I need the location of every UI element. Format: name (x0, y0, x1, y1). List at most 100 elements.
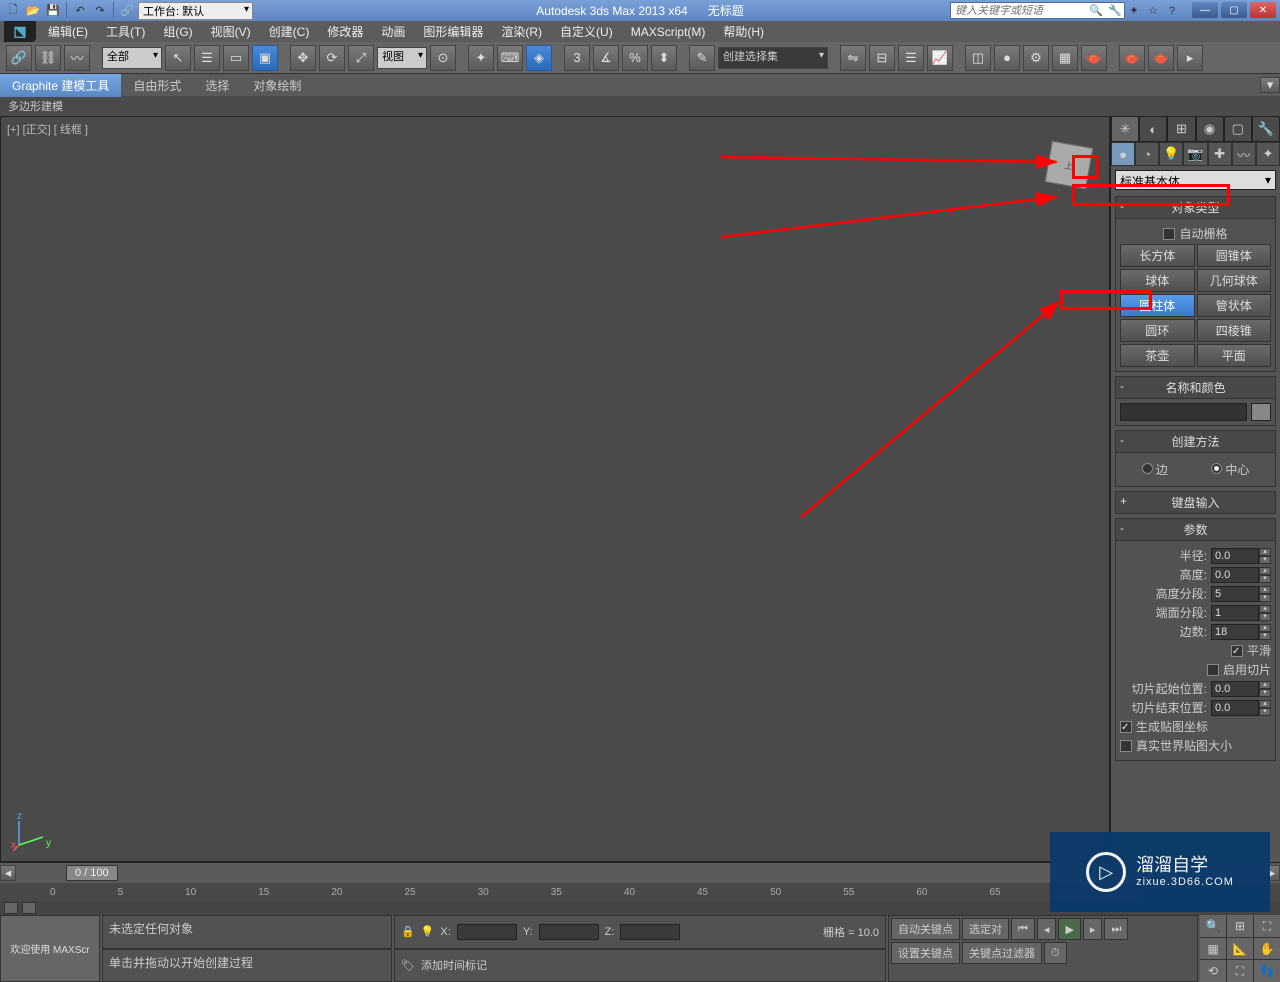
teapot-button[interactable]: 茶壶 (1120, 344, 1195, 367)
walk-icon[interactable]: 👣 (1254, 960, 1280, 982)
rollout-creation-method[interactable]: -创建方法 (1115, 430, 1276, 453)
layers-icon[interactable]: ☰ (898, 45, 924, 71)
category-dropdown[interactable]: 标准基本体 (1115, 170, 1276, 190)
zoom-icon[interactable]: 🔍 (1200, 915, 1226, 937)
cylinder-button[interactable]: 圆柱体 (1120, 294, 1195, 317)
box-button[interactable]: 长方体 (1120, 244, 1195, 267)
geosphere-button[interactable]: 几何球体 (1197, 269, 1272, 292)
menu-customize[interactable]: 自定义(U) (552, 21, 621, 42)
real-world-checkbox[interactable] (1120, 740, 1132, 752)
utilities-tab-icon[interactable]: 🔧 (1252, 116, 1280, 142)
menu-tools[interactable]: 工具(T) (98, 21, 153, 42)
viewport-label[interactable]: [+] [正交] [ 线框 ] (7, 121, 88, 137)
gen-uv-checkbox[interactable] (1120, 721, 1132, 733)
slice-on-checkbox[interactable] (1207, 664, 1219, 676)
coord-x-input[interactable] (457, 924, 517, 940)
create-tab-icon[interactable]: ✳ (1111, 116, 1139, 142)
zoom-extents-icon[interactable]: ⛶ (1254, 915, 1280, 937)
star-icon[interactable]: ☆ (1145, 3, 1161, 19)
spinner-up-icon[interactable]: ▴ (1259, 548, 1271, 556)
radius-input[interactable] (1211, 548, 1259, 564)
menu-modifiers[interactable]: 修改器 (319, 21, 371, 42)
new-icon[interactable]: 🗋 (4, 2, 22, 20)
menu-help[interactable]: 帮助(H) (715, 21, 772, 42)
display-tab-icon[interactable]: ▢ (1224, 116, 1252, 142)
rollout-parameters[interactable]: -参数 (1115, 518, 1276, 541)
cameras-icon[interactable]: 📷 (1183, 142, 1207, 166)
zoom-all-icon[interactable]: ⊞ (1227, 915, 1253, 937)
maxscript-mini-listener[interactable]: 欢迎使用 MAXScr (0, 915, 100, 982)
redo-icon[interactable]: ↷ (91, 2, 109, 20)
time-tag-icon[interactable]: 🏷 (401, 959, 415, 972)
slice-from-input[interactable] (1211, 681, 1259, 697)
spinner-down-icon[interactable]: ▾ (1259, 556, 1271, 564)
help-icon[interactable]: ? (1164, 3, 1180, 19)
infocenter-icon[interactable]: 🔍 (1088, 3, 1104, 19)
hierarchy-tab-icon[interactable]: ⊞ (1167, 116, 1195, 142)
prev-frame-icon[interactable]: ◂ (1037, 918, 1057, 940)
app-menu-icon[interactable]: ⬔ (4, 21, 36, 42)
minimize-button[interactable]: — (1192, 2, 1218, 18)
schematic-view-icon[interactable]: ◫ (965, 45, 991, 71)
ribbon-collapse-icon[interactable]: ▾ (1260, 77, 1280, 93)
menu-grapheditors[interactable]: 图形编辑器 (415, 21, 491, 42)
open-icon[interactable]: 📂 (24, 2, 42, 20)
systems-icon[interactable]: ✦ (1256, 142, 1280, 166)
maximize-viewport-icon[interactable]: ⛶ (1227, 960, 1253, 982)
link-tool-icon[interactable]: 🔗 (6, 45, 32, 71)
menu-group[interactable]: 组(G) (155, 21, 200, 42)
trackbar-filter-icon[interactable] (22, 902, 36, 914)
angle-snap-icon[interactable]: ∡ (593, 45, 619, 71)
menu-animation[interactable]: 动画 (373, 21, 413, 42)
rotate-icon[interactable]: ⟳ (319, 45, 345, 71)
spinner-snap-icon[interactable]: ⬍ (651, 45, 677, 71)
save-icon[interactable]: 💾 (44, 2, 62, 20)
select-by-name-icon[interactable]: ☰ (194, 45, 220, 71)
select-region-icon[interactable]: ▭ (223, 45, 249, 71)
menu-maxscript[interactable]: MAXScript(M) (623, 23, 714, 41)
selection-filter-dropdown[interactable]: 全部 (102, 47, 162, 69)
cm-edge-radio[interactable] (1142, 463, 1153, 474)
orbit-icon[interactable]: ⟲ (1200, 960, 1226, 982)
unlink-tool-icon[interactable]: ⛓ (35, 45, 61, 71)
tube-button[interactable]: 管状体 (1197, 294, 1272, 317)
render-production-icon[interactable]: 🫖 (1081, 45, 1107, 71)
time-prev-icon[interactable]: ◂ (0, 865, 16, 881)
ref-coord-dropdown[interactable]: 视图 (377, 47, 427, 69)
pyramid-button[interactable]: 四棱锥 (1197, 319, 1272, 342)
snap-3d-icon[interactable]: 3 (564, 45, 590, 71)
bind-spacewarp-icon[interactable]: 〰 (64, 45, 90, 71)
coord-z-input[interactable] (620, 924, 680, 940)
fov-icon[interactable]: 📐 (1227, 938, 1253, 959)
setkey-button[interactable]: 设置关键点 (891, 942, 960, 964)
autogrid-checkbox[interactable] (1163, 228, 1175, 240)
autokey-button[interactable]: 自动关键点 (891, 918, 960, 940)
ribbon-tab-graphite[interactable]: Graphite 建模工具 (0, 74, 121, 97)
scale-icon[interactable]: ⤢ (348, 45, 374, 71)
spacewarps-icon[interactable]: 〰 (1232, 142, 1256, 166)
menu-edit[interactable]: 编辑(E) (40, 21, 96, 42)
cm-center-radio[interactable] (1211, 463, 1222, 474)
exchange-icon[interactable]: ✦ (1126, 3, 1142, 19)
height-input[interactable] (1211, 567, 1259, 583)
named-selection-dropdown[interactable]: 创建选择集 (718, 47, 828, 69)
ribbon-tab-objectpaint[interactable]: 对象绘制 (241, 74, 313, 97)
smooth-checkbox[interactable] (1231, 645, 1243, 657)
trackbar-toggle-icon[interactable] (4, 902, 18, 914)
goto-start-icon[interactable]: ⏮ (1011, 918, 1035, 940)
ribbon-tab-freeform[interactable]: 自由形式 (121, 74, 193, 97)
helpers-icon[interactable]: ✚ (1208, 142, 1232, 166)
curve-editor-icon[interactable]: 📈 (927, 45, 953, 71)
mirror-icon[interactable]: ⇋ (840, 45, 866, 71)
align-icon[interactable]: ⊟ (869, 45, 895, 71)
key-icon[interactable]: 🔧 (1107, 3, 1123, 19)
add-time-tag[interactable]: 添加时间标记 (421, 957, 487, 973)
play-icon[interactable]: ▶ (1058, 918, 1080, 940)
keyboard-shortcut-icon[interactable]: ⌨ (497, 45, 523, 71)
menu-views[interactable]: 视图(V) (203, 21, 259, 42)
cap-seg-input[interactable] (1211, 605, 1259, 621)
next-frame-icon[interactable]: ▸ (1083, 918, 1103, 940)
render-iterative-icon[interactable]: 🫖 (1148, 45, 1174, 71)
render-icon[interactable]: 🫖 (1119, 45, 1145, 71)
cone-button[interactable]: 圆锥体 (1197, 244, 1272, 267)
